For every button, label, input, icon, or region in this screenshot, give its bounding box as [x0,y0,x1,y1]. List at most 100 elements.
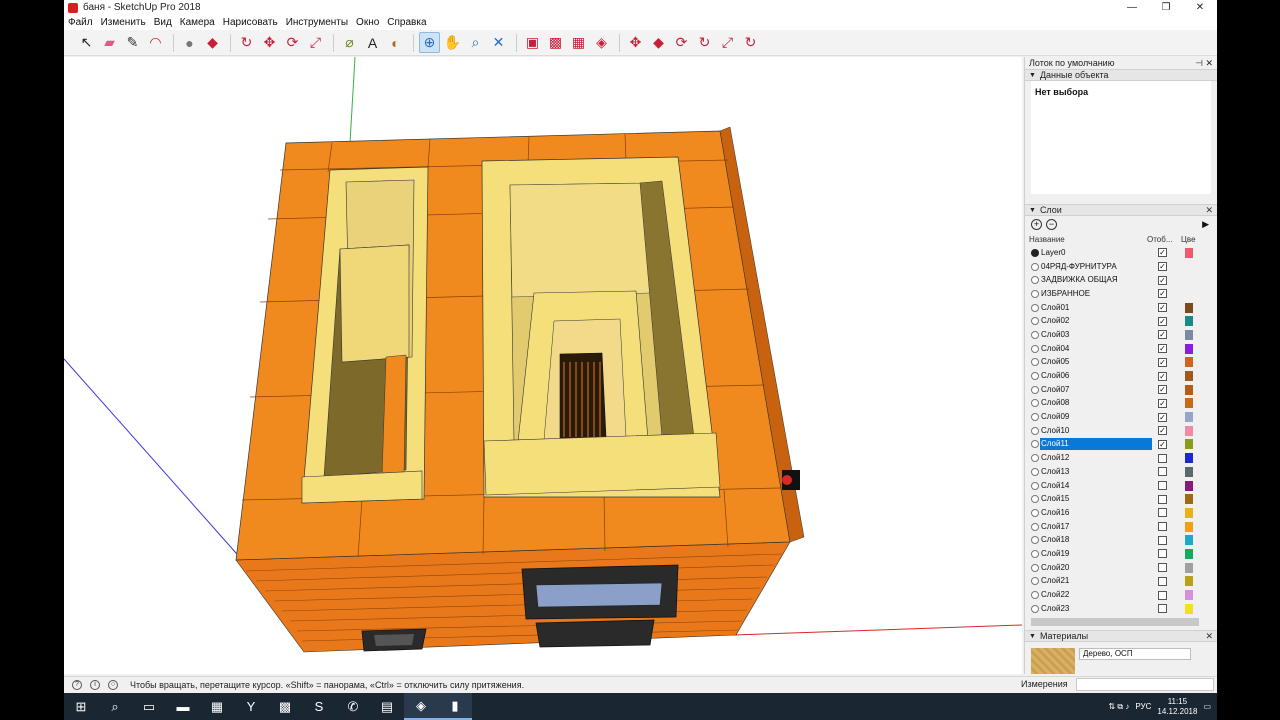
recorder-icon[interactable]: ▮ [438,693,472,720]
layer-name[interactable]: Слой01 [1040,302,1152,314]
measurements-input[interactable] [1076,678,1214,691]
sketchup-icon[interactable]: ◈ [404,693,438,720]
restore-button[interactable]: ❐ [1149,0,1183,15]
layer-name[interactable]: Слой10 [1040,425,1152,437]
layer-color-swatch[interactable] [1185,357,1193,368]
layer-visible-checkbox[interactable]: ✓ [1158,248,1167,258]
layer-name[interactable]: Слой13 [1040,466,1152,478]
layer-visible-checkbox[interactable] [1158,508,1167,518]
move-tool-2-icon[interactable]: ✥ [625,32,646,53]
current-layer-radio[interactable] [1031,591,1039,600]
menu-file[interactable]: Файл [68,17,93,28]
layer-row[interactable]: Слой02 ✓ [1025,314,1217,328]
layer-name[interactable]: Слой12 [1040,452,1152,464]
text-tool-icon[interactable]: A [362,32,383,53]
details-arrow-icon[interactable]: ▶ [1202,219,1209,230]
layer-color-swatch[interactable] [1185,384,1193,395]
layer-row[interactable]: Слой11 ✓ [1025,438,1217,452]
layer-visible-checkbox[interactable]: ✓ [1158,289,1167,299]
current-layer-radio[interactable] [1031,413,1039,422]
layer-row[interactable]: Слой16 [1025,506,1217,520]
warehouse-icon[interactable]: ▣ [522,32,543,53]
collapse-arrow-icon[interactable]: ▼ [1029,72,1036,79]
layer-color-swatch[interactable] [1185,535,1193,546]
layer-color-swatch[interactable] [1185,316,1193,327]
layer-visible-checkbox[interactable]: ✓ [1158,426,1167,436]
task-view-icon[interactable]: ▭ [132,693,166,720]
layer-color-swatch[interactable] [1185,603,1193,614]
layer-visible-checkbox[interactable] [1158,453,1167,463]
layer-row[interactable]: Слой21 [1025,575,1217,589]
pan-tool-icon[interactable]: ✋ [442,32,463,53]
layer-visible-checkbox[interactable]: ✓ [1158,385,1167,395]
pin-icon[interactable]: ⊣ ✕ [1195,58,1213,69]
materials-header[interactable]: ▼ Материалы ✕ [1025,630,1217,642]
orbit-tool-icon[interactable]: ⊕ [419,32,440,53]
current-layer-radio[interactable] [1031,303,1039,312]
material-swatch[interactable] [1031,648,1075,674]
menu-help[interactable]: Справка [387,17,426,28]
current-layer-radio[interactable] [1031,549,1039,558]
layer-name[interactable]: Layer0 [1040,247,1152,259]
menu-draw[interactable]: Нарисовать [223,17,278,28]
current-layer-radio[interactable] [1031,495,1039,504]
select-tool-icon[interactable]: ↖ [76,32,97,53]
layer-row[interactable]: Слой18 [1025,533,1217,547]
layer-color-swatch[interactable] [1185,262,1193,272]
followme-tool-2-icon[interactable]: ↻ [694,32,715,53]
close-button[interactable]: ✕ [1183,0,1217,15]
column-color[interactable]: Цве [1181,235,1196,244]
tape-tool-icon[interactable]: ⌀ [339,32,360,53]
extension-warehouse-icon[interactable]: ▩ [545,32,566,53]
collapse-arrow-icon[interactable]: ▼ [1029,633,1036,640]
layer-name[interactable]: Слой19 [1040,548,1152,560]
eraser-tool-icon[interactable]: ▰ [99,32,120,53]
layer-visible-checkbox[interactable]: ✓ [1158,344,1167,354]
layer-name[interactable]: Слой02 [1040,315,1152,327]
geolocation-icon[interactable]: ? [72,679,82,690]
layer-visible-checkbox[interactable] [1158,576,1167,586]
column-name[interactable]: Название [1029,235,1147,244]
layer-visible-checkbox[interactable]: ✓ [1158,316,1167,326]
layer-row[interactable]: Layer0 ✓ [1025,246,1217,260]
layer-name[interactable]: Слой16 [1040,507,1152,519]
menu-edit[interactable]: Изменить [101,17,146,28]
current-layer-radio[interactable] [1031,522,1039,531]
layer-row[interactable]: Слой04 ✓ [1025,342,1217,356]
layer-row[interactable]: Слой07 ✓ [1025,383,1217,397]
layer-row[interactable]: Слой17 [1025,520,1217,534]
scale-tool-2-icon[interactable]: ⤢ [717,32,738,53]
layer-visible-checkbox[interactable]: ✓ [1158,330,1167,340]
pushpull-tool-2-icon[interactable]: ◆ [648,32,669,53]
paint-tool-icon[interactable]: ◐ [385,32,406,53]
layer-visible-checkbox[interactable]: ✓ [1158,303,1167,313]
arc-tool-icon[interactable]: ◠ [145,32,166,53]
add-layer-button[interactable]: + [1031,218,1042,230]
layer-color-swatch[interactable] [1185,275,1193,285]
layer-color-swatch[interactable] [1185,590,1193,601]
layer-name[interactable]: Слой06 [1040,370,1152,382]
layer-name[interactable]: ИЗБРАННОЕ [1040,288,1152,300]
current-layer-radio[interactable] [1031,344,1039,353]
ruby-icon[interactable]: ◈ [591,32,612,53]
layer-row[interactable]: Слой22 [1025,588,1217,602]
close-panel-icon[interactable]: ✕ [1205,205,1213,216]
layer-name[interactable]: Слой15 [1040,493,1152,505]
clock[interactable]: 11:15 14.12.2018 [1157,697,1197,717]
notifications-icon[interactable]: ▭ [1203,702,1211,711]
current-layer-radio[interactable] [1031,508,1039,517]
current-layer-radio[interactable] [1031,330,1039,339]
layer-name[interactable]: Слой14 [1040,480,1152,492]
layer-row[interactable]: Слой23 [1025,602,1217,616]
layer-row[interactable]: ЗАДВИЖКА ОБЩАЯ ✓ [1025,273,1217,287]
menu-view[interactable]: Вид [154,17,172,28]
current-layer-radio[interactable] [1031,536,1039,545]
layer-row[interactable]: Слой20 [1025,561,1217,575]
layer-color-swatch[interactable] [1185,480,1193,491]
layer-name[interactable]: Слой11 [1040,438,1152,451]
layer-visible-checkbox[interactable] [1158,467,1167,477]
delete-layer-button[interactable]: − [1046,218,1057,230]
layer-color-swatch[interactable] [1185,425,1193,436]
language-indicator[interactable]: РУС [1135,702,1151,711]
current-layer-radio[interactable] [1031,577,1039,586]
